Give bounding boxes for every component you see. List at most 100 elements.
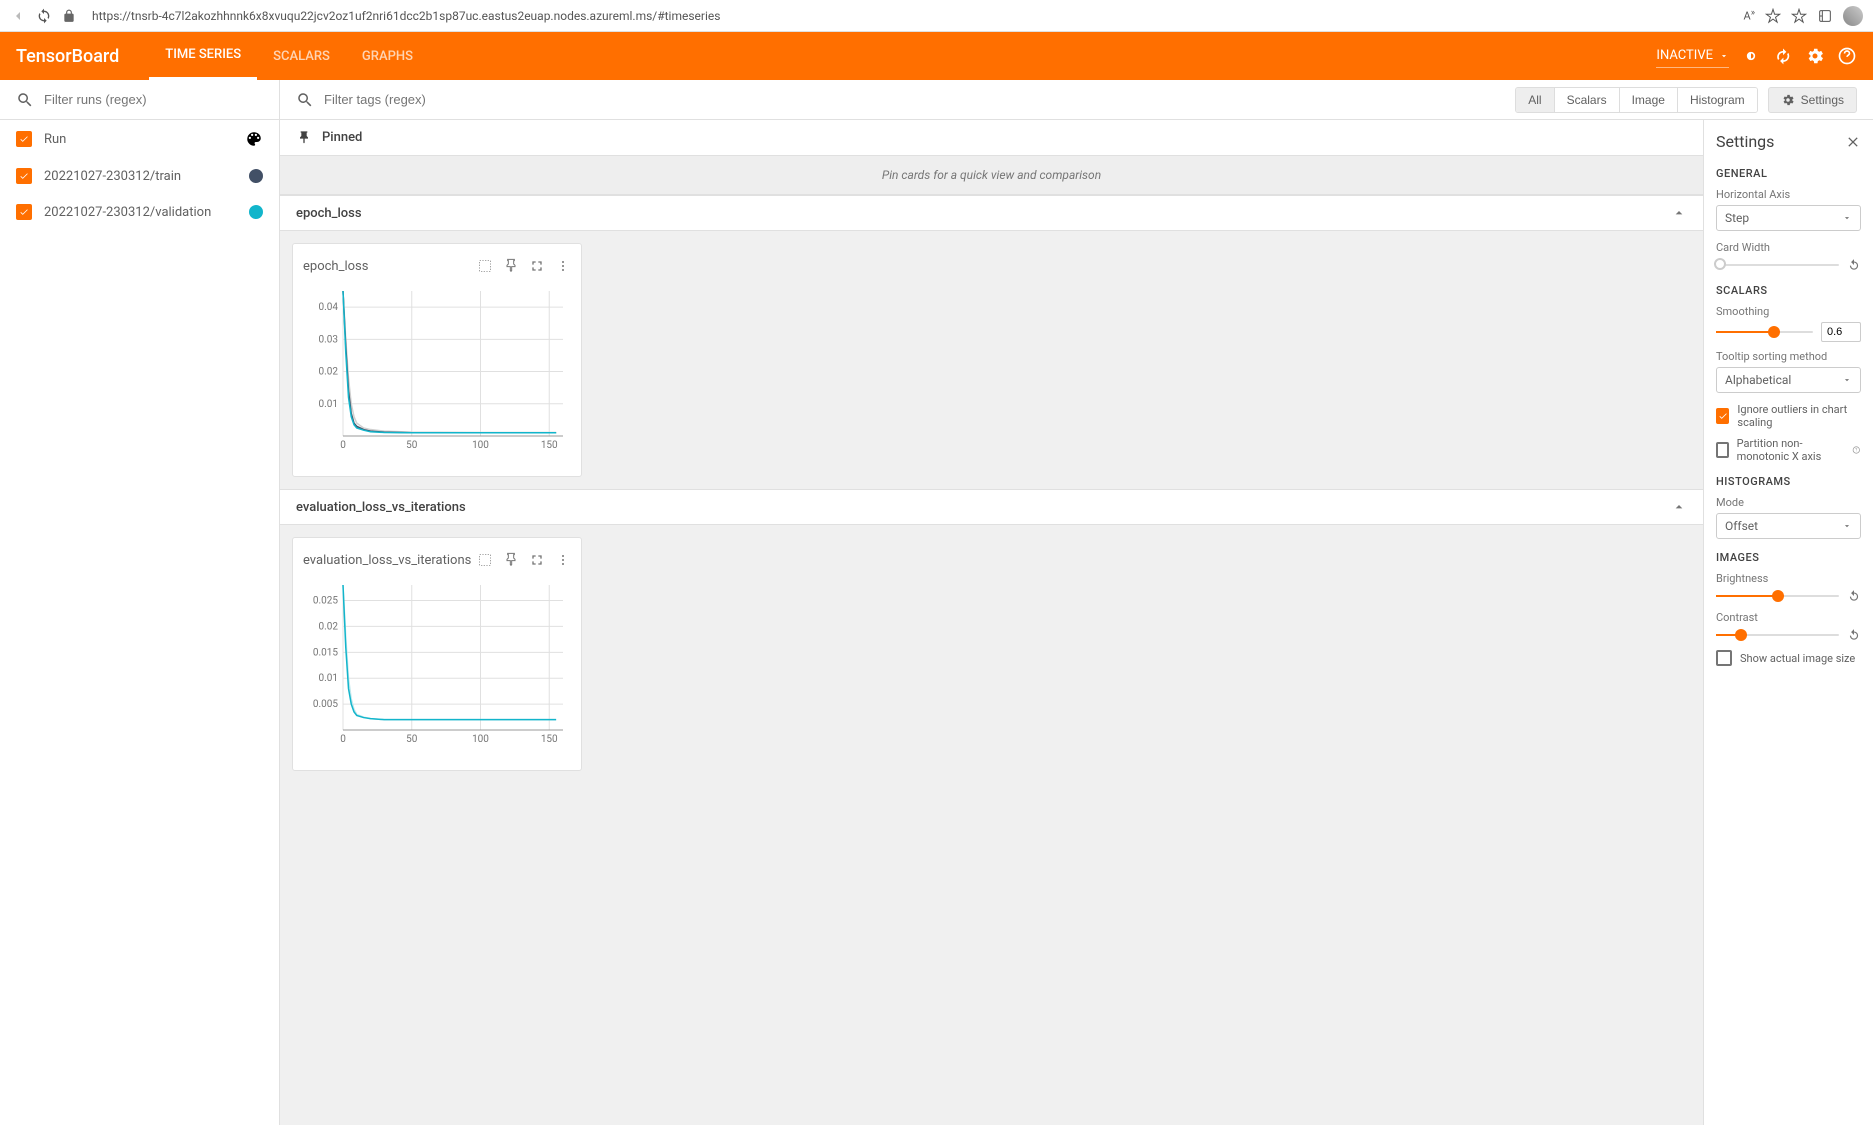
toggle-scalars[interactable]: Scalars	[1555, 88, 1620, 112]
chart-card: epoch_loss0501001500.010.020.030.04	[292, 243, 582, 477]
tab-graphs[interactable]: GRAPHS	[346, 32, 429, 80]
text-size-icon[interactable]: A»	[1744, 8, 1755, 23]
run-name: 20221027-230312/validation	[44, 205, 237, 220]
pinned-hint: Pin cards for a quick view and compariso…	[280, 156, 1703, 195]
pin-icon[interactable]	[503, 258, 519, 274]
search-icon	[16, 91, 34, 109]
svg-text:0.02: 0.02	[319, 367, 339, 378]
favorite-icon[interactable]	[1791, 8, 1807, 24]
svg-text:0: 0	[340, 734, 346, 745]
gear-icon	[1781, 93, 1795, 107]
svg-text:0.02: 0.02	[319, 621, 339, 632]
tab-time-series[interactable]: TIME SERIES	[149, 32, 257, 80]
refresh-icon[interactable]	[36, 8, 52, 24]
brightness-icon	[1741, 46, 1761, 66]
more-icon[interactable]	[555, 258, 571, 274]
brightness-slider[interactable]	[1716, 595, 1839, 597]
chevron-up-icon	[1671, 499, 1687, 515]
back-icon[interactable]	[10, 8, 26, 24]
tab-scalars[interactable]: SCALARS	[257, 32, 346, 80]
gear-icon	[1805, 46, 1825, 66]
help-icon[interactable]: ?	[1852, 444, 1861, 456]
run-color-swatch[interactable]	[249, 205, 263, 219]
contrast-slider[interactable]	[1716, 634, 1839, 636]
more-icon[interactable]	[555, 552, 571, 568]
theme-button[interactable]	[1741, 46, 1761, 66]
svg-text:100: 100	[472, 734, 489, 745]
collections-icon[interactable]	[1817, 8, 1833, 24]
close-icon[interactable]	[1845, 134, 1861, 150]
tooltip-sort-select[interactable]: Alphabetical	[1716, 367, 1861, 393]
status-dropdown[interactable]: INACTIVE	[1656, 44, 1729, 68]
partition-label: Partition non-monotonic X axis	[1737, 437, 1845, 463]
ignore-outliers-checkbox[interactable]	[1716, 408, 1729, 424]
filter-runs-input[interactable]	[44, 92, 263, 107]
svg-text:0.015: 0.015	[313, 647, 338, 658]
chart-svg: 0501001500.010.020.030.04	[303, 286, 568, 456]
palette-icon[interactable]	[245, 130, 263, 148]
settings-gear-button[interactable]	[1805, 46, 1825, 66]
read-icon[interactable]	[1765, 8, 1781, 24]
run-name: 20221027-230312/train	[44, 169, 237, 184]
contrast-label: Contrast	[1716, 611, 1861, 624]
ignore-outliers-label: Ignore outliers in chart scaling	[1737, 403, 1861, 429]
runs-sidebar: Run20221027-230312/train20221027-230312/…	[0, 80, 280, 1125]
help-button[interactable]	[1837, 46, 1857, 66]
group-title: epoch_loss	[296, 206, 362, 221]
run-item: 20221027-230312/validation	[0, 194, 279, 230]
browser-bar: https://tnsrb-4c7l2akozhhnnk6x8xvuqu22jc…	[0, 0, 1873, 32]
show-actual-checkbox[interactable]	[1716, 650, 1732, 666]
charts-area: Pinned Pin cards for a quick view and co…	[280, 120, 1703, 1125]
card-width-label: Card Width	[1716, 241, 1861, 254]
histograms-section-label: HISTOGRAMS	[1716, 475, 1861, 488]
svg-text:0.01: 0.01	[319, 399, 339, 410]
fit-icon[interactable]	[477, 552, 493, 568]
toggle-all[interactable]: All	[1516, 88, 1554, 112]
svg-text:150: 150	[541, 734, 558, 745]
reset-icon[interactable]	[1847, 258, 1861, 272]
reload-button[interactable]	[1773, 46, 1793, 66]
url-bar[interactable]: https://tnsrb-4c7l2akozhhnnk6x8xvuqu22jc…	[86, 9, 1734, 23]
run-checkbox[interactable]	[16, 204, 32, 220]
group-body: evaluation_loss_vs_iterations0501001500.…	[280, 525, 1703, 783]
run-checkbox[interactable]	[16, 131, 32, 147]
partition-checkbox[interactable]	[1716, 442, 1729, 458]
horizontal-axis-select[interactable]: Step	[1716, 205, 1861, 231]
card-width-slider[interactable]	[1716, 264, 1839, 266]
fit-icon[interactable]	[477, 258, 493, 274]
run-item: 20221027-230312/train	[0, 158, 279, 194]
lock-icon	[62, 9, 76, 23]
smoothing-input[interactable]	[1821, 322, 1861, 342]
scalars-section-label: SCALARS	[1716, 284, 1861, 297]
settings-panel-title: Settings	[1716, 132, 1774, 151]
settings-button[interactable]: Settings	[1768, 87, 1857, 113]
svg-text:100: 100	[472, 440, 489, 451]
nav-tabs: TIME SERIES SCALARS GRAPHS	[149, 32, 429, 80]
run-checkbox[interactable]	[16, 168, 32, 184]
run-color-swatch[interactable]	[249, 169, 263, 183]
reset-icon[interactable]	[1847, 589, 1861, 603]
toggle-histogram[interactable]: Histogram	[1678, 88, 1757, 112]
chevron-up-icon	[1671, 205, 1687, 221]
fullscreen-icon[interactable]	[529, 552, 545, 568]
svg-text:0.04: 0.04	[319, 302, 339, 313]
search-icon	[296, 91, 314, 109]
check-icon	[1718, 411, 1728, 421]
avatar[interactable]	[1843, 6, 1863, 26]
filter-tags-input[interactable]	[324, 92, 1505, 107]
reset-icon[interactable]	[1847, 628, 1861, 642]
chart-svg: 0501001500.0050.010.0150.020.025	[303, 580, 568, 750]
show-actual-label: Show actual image size	[1740, 652, 1855, 665]
smoothing-slider[interactable]	[1716, 331, 1813, 333]
toggle-image[interactable]: Image	[1620, 88, 1678, 112]
group-header[interactable]: epoch_loss	[280, 195, 1703, 231]
chart-epoch_loss[interactable]: 0501001500.010.020.030.04	[303, 286, 571, 466]
chevron-down-icon	[1842, 375, 1852, 385]
fullscreen-icon[interactable]	[529, 258, 545, 274]
group-header[interactable]: evaluation_loss_vs_iterations	[280, 489, 1703, 525]
chart-eval_loss[interactable]: 0501001500.0050.010.0150.020.025	[303, 580, 571, 760]
pinned-title: Pinned	[322, 130, 362, 145]
mode-select[interactable]: Offset	[1716, 513, 1861, 539]
settings-button-label: Settings	[1801, 93, 1844, 107]
pin-icon[interactable]	[503, 552, 519, 568]
